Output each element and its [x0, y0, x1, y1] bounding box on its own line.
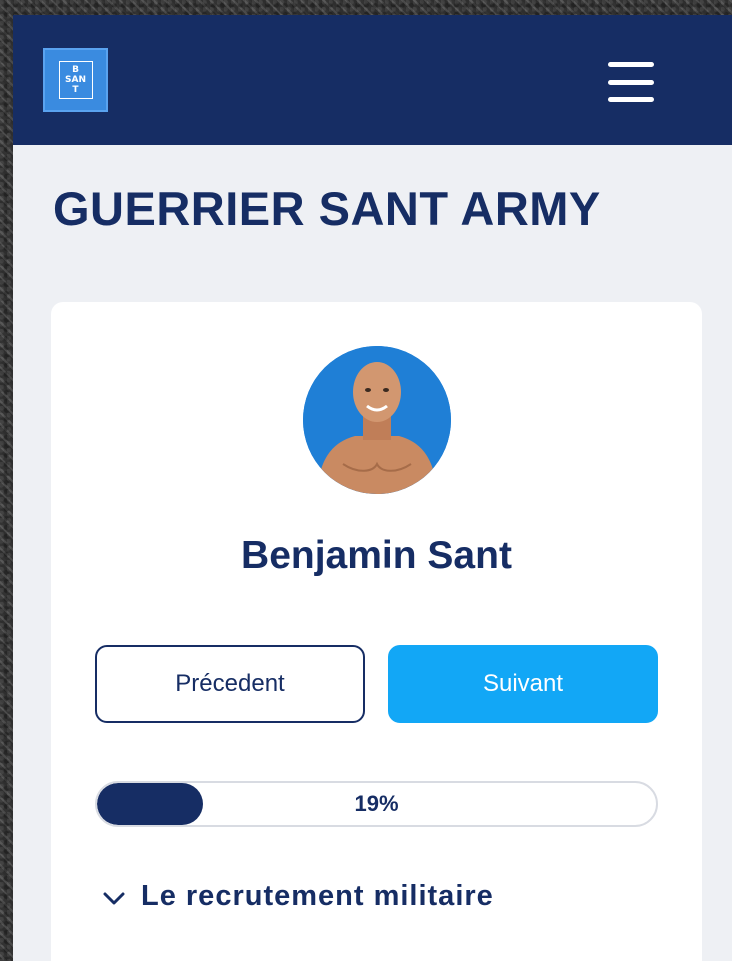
profile-name: Benjamin Sant: [241, 534, 512, 577]
section-accordion-toggle[interactable]: Le recrutement militaire: [103, 882, 494, 916]
section-title: Le recrutement militaire: [141, 882, 494, 912]
logo-mark: B SAN T: [58, 61, 93, 99]
menu-bar-middle: [608, 79, 654, 85]
logo-line-1: B: [72, 65, 79, 75]
chevron-down-icon: [103, 888, 125, 910]
top-navigation-bar: B SAN T: [13, 15, 732, 145]
page-title: GUERRIER SANT ARMY: [53, 182, 601, 235]
profile-photo: [303, 346, 451, 494]
hamburger-menu-icon[interactable]: [603, 60, 659, 104]
previous-button[interactable]: Précedent: [95, 645, 365, 723]
avatar: [303, 346, 451, 494]
brand-logo[interactable]: B SAN T: [43, 48, 108, 112]
logo-line-2: SAN: [65, 75, 86, 85]
logo-line-3: T: [72, 85, 79, 95]
menu-bar-bottom: [608, 97, 654, 102]
profile-card: Benjamin Sant Précedent Suivant 19% Le r…: [51, 302, 702, 961]
menu-bar-top: [608, 62, 654, 67]
app-screen: B SAN T GUERRIER SANT ARMY Benjamin Sant…: [13, 15, 732, 961]
progress-bar: 19%: [95, 781, 658, 827]
next-button[interactable]: Suivant: [388, 645, 658, 723]
progress-label: 19%: [354, 791, 399, 816]
